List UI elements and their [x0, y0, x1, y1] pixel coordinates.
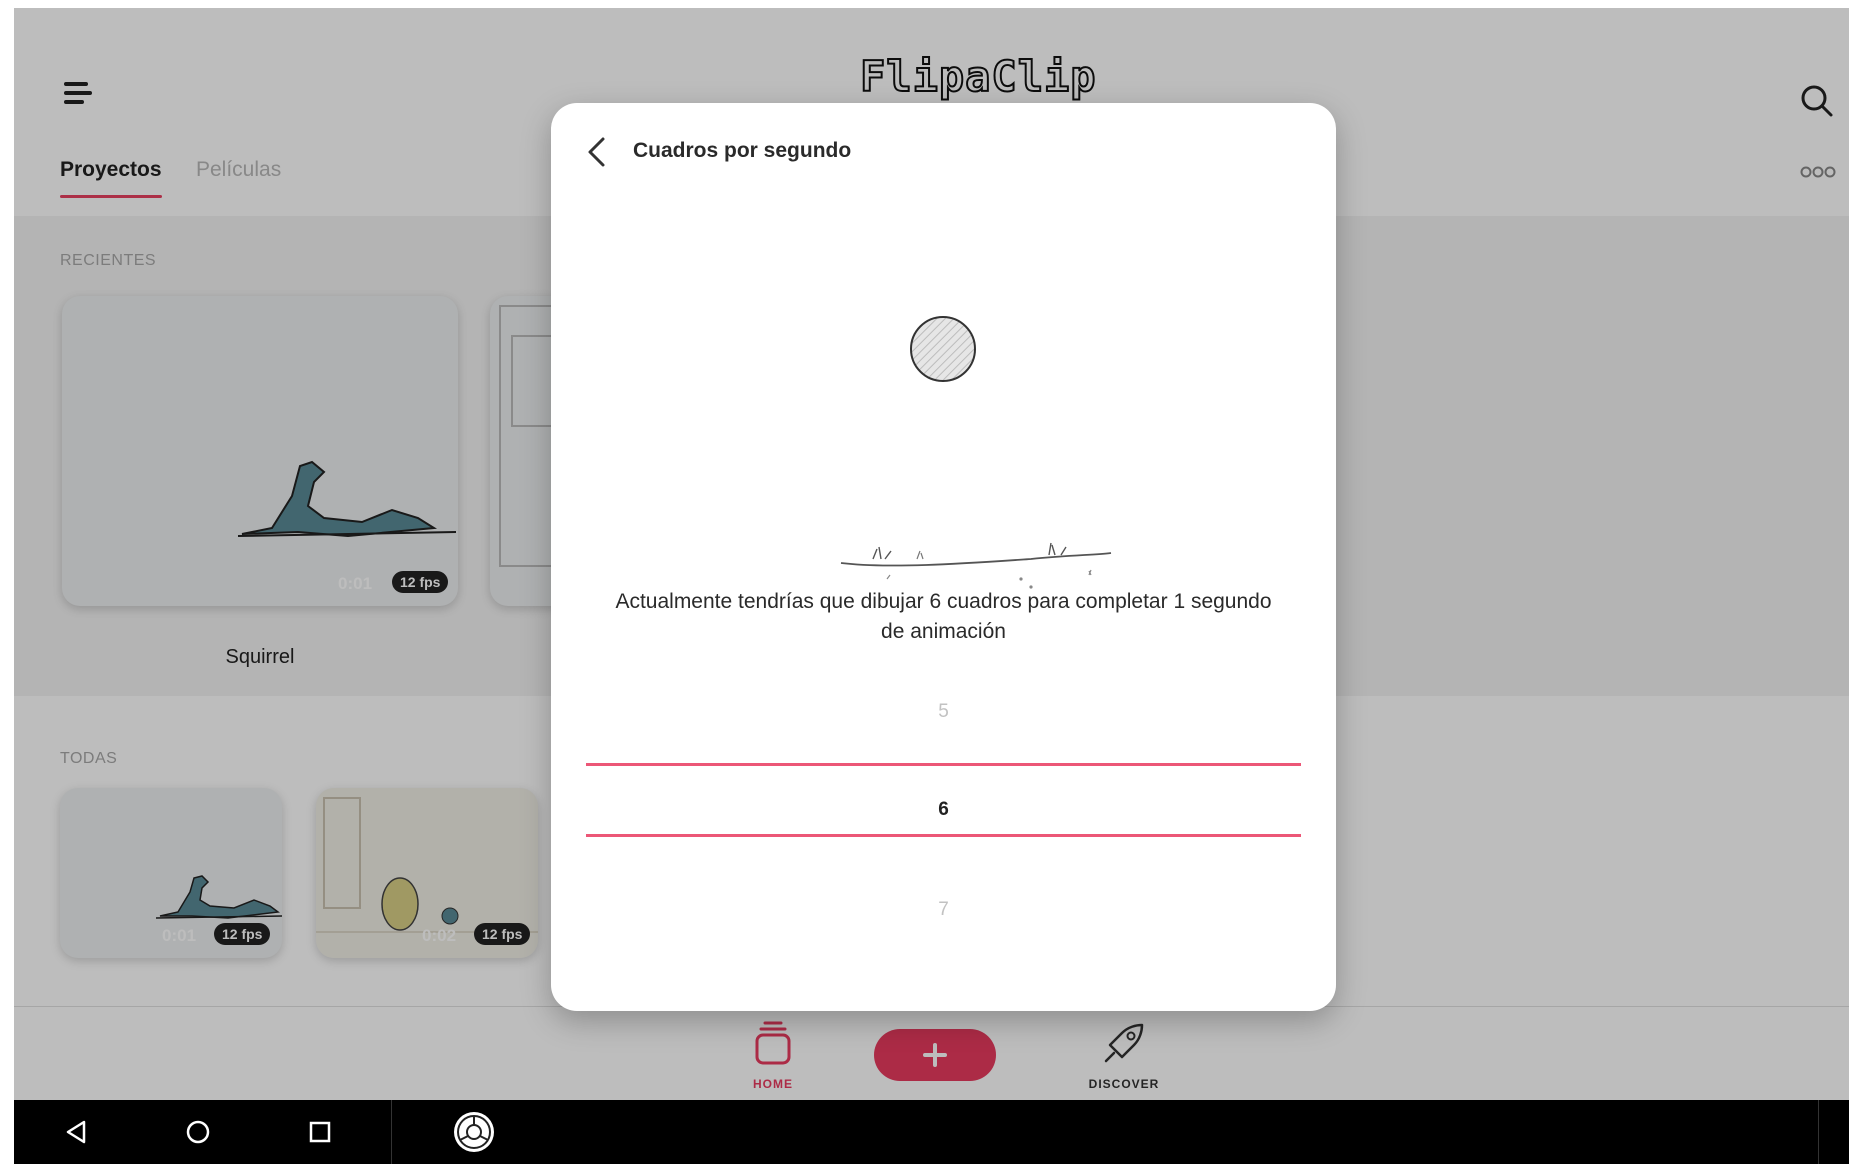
system-bar-divider — [1818, 1100, 1819, 1164]
back-arrow-icon[interactable] — [585, 135, 609, 169]
picker-selection-line-top — [586, 763, 1301, 766]
picker-option-previous[interactable]: 5 — [586, 701, 1301, 723]
app-screen: FlipaClip Proyectos Películas RECIENTES — [14, 8, 1849, 1164]
fps-explanation: Actualmente tendrías que dibujar 6 cuadr… — [615, 590, 1272, 643]
system-back-icon[interactable] — [60, 1116, 92, 1148]
picker-option-selected[interactable]: 6 — [586, 799, 1301, 821]
fps-number-picker[interactable]: 5 6 7 — [586, 701, 1301, 1001]
bouncing-ball-illustration — [840, 316, 1112, 589]
fps-dialog: Cuadros por segundo Actualmente tendrías… — [551, 103, 1336, 1011]
pinned-app-icon[interactable] — [454, 1112, 494, 1152]
dialog-title: Cuadros por segundo — [633, 139, 852, 162]
picker-option-next[interactable]: 7 — [586, 899, 1301, 921]
system-bar-divider — [391, 1100, 392, 1164]
system-recents-icon[interactable] — [304, 1116, 336, 1148]
system-home-icon[interactable] — [182, 1116, 214, 1148]
picker-selection-line-bottom — [586, 834, 1301, 837]
system-navigation-bar — [14, 1100, 1849, 1164]
